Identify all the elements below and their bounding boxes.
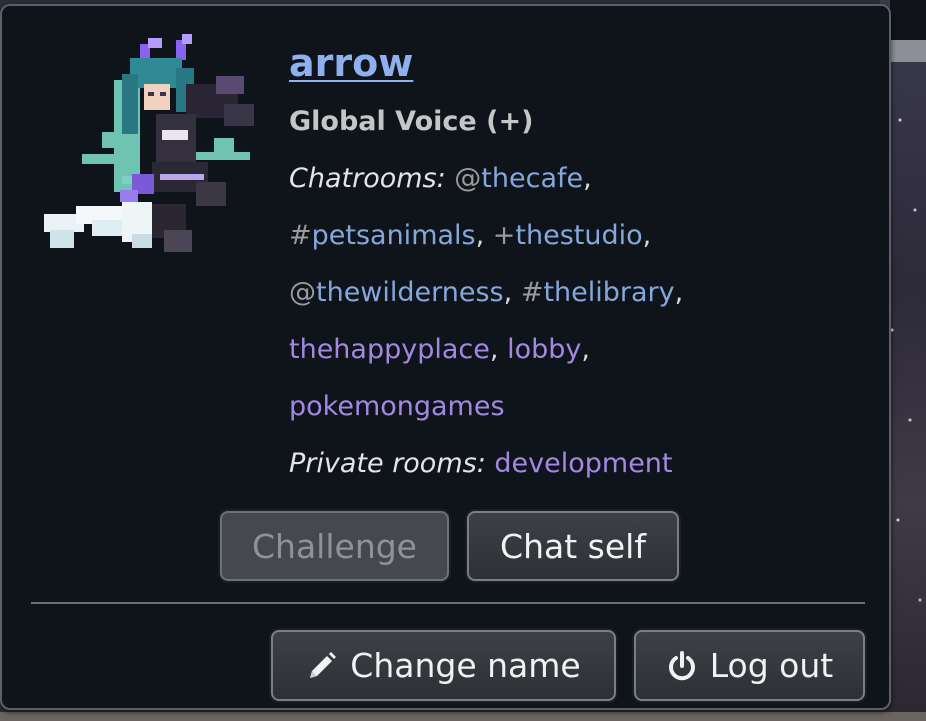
room-link[interactable]: lobby	[507, 334, 581, 365]
room-separator: ,	[489, 334, 499, 365]
room-separator: ,	[674, 277, 684, 308]
room-separator: ,	[503, 277, 513, 308]
room-separator: ,	[642, 220, 652, 251]
room-separator: ,	[475, 220, 485, 251]
change-name-button[interactable]: Change name	[271, 630, 616, 701]
room-separator: ,	[581, 334, 590, 365]
room-prefix: @	[454, 163, 482, 194]
user-avatar	[36, 34, 272, 270]
room-link[interactable]: thelibrary	[543, 277, 674, 308]
room-prefix: #	[289, 220, 312, 251]
power-icon	[666, 650, 698, 682]
background-top-bar	[890, 0, 926, 40]
background-light-bar	[890, 40, 926, 62]
private-rooms-label: Private rooms:	[289, 448, 486, 479]
user-group: Global Voice (+)	[289, 106, 534, 137]
room-separator: ,	[583, 163, 592, 194]
divider	[31, 602, 865, 604]
room-list: Chatrooms: @thecafe, #petsanimals, +thest…	[289, 150, 849, 492]
background-bottom	[0, 712, 926, 721]
user-info: arrow Global Voice (+) Chatrooms: @theca…	[289, 34, 849, 492]
room-link[interactable]: petsanimals	[312, 220, 476, 251]
room-link[interactable]: thehappyplace	[289, 334, 490, 365]
username-link[interactable]: arrow	[289, 34, 413, 92]
room-link[interactable]: thewilderness	[316, 277, 504, 308]
change-name-button-label: Change name	[350, 646, 581, 685]
room-link[interactable]: thecafe	[481, 163, 583, 194]
chat-self-button-label: Chat self	[500, 526, 646, 566]
room-link[interactable]: pokemongames	[289, 391, 505, 422]
challenge-button[interactable]: Challenge	[220, 511, 449, 581]
log-out-button-label: Log out	[709, 646, 834, 685]
room-prefix: @	[289, 277, 316, 308]
room-link[interactable]: thestudio	[515, 220, 642, 251]
chatrooms-label: Chatrooms:	[289, 163, 446, 194]
room-prefix: #	[520, 277, 544, 308]
user-popup: arrow Global Voice (+) Chatrooms: @theca…	[0, 4, 891, 710]
challenge-button-label: Challenge	[252, 526, 417, 566]
log-out-button[interactable]: Log out	[634, 630, 865, 701]
pencil-icon	[306, 650, 338, 682]
chat-self-button[interactable]: Chat self	[467, 511, 679, 581]
room-prefix: +	[492, 220, 516, 251]
room-link[interactable]: development	[494, 448, 672, 479]
